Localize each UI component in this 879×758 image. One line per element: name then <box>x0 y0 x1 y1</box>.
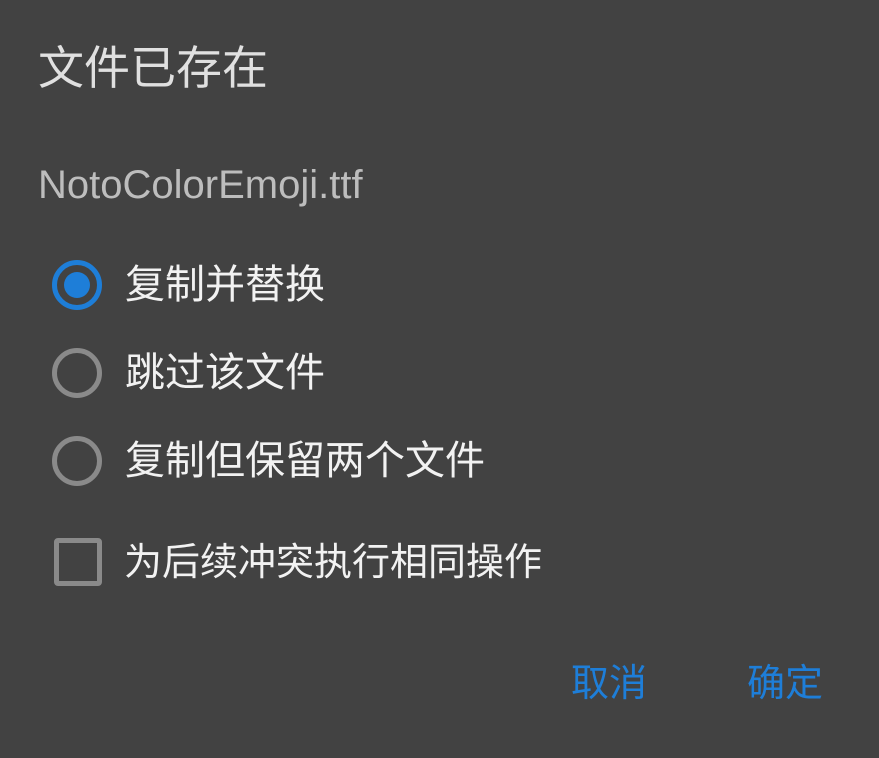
option-skip[interactable]: 跳过该文件 <box>52 345 325 401</box>
file-exists-dialog: 文件已存在 NotoColorEmoji.ttf 复制并替换 跳过该文件 复制但… <box>0 0 879 758</box>
dialog-title: 文件已存在 <box>38 41 268 95</box>
radio-unselected-icon[interactable] <box>52 348 102 398</box>
option-skip-label: 跳过该文件 <box>125 350 325 396</box>
apply-to-all-label: 为后续冲突执行相同操作 <box>124 540 543 584</box>
option-keep-both-label: 复制但保留两个文件 <box>125 438 485 484</box>
option-replace-label: 复制并替换 <box>125 262 325 308</box>
apply-to-all-row[interactable]: 为后续冲突执行相同操作 <box>54 534 542 590</box>
radio-dot <box>64 272 90 298</box>
cancel-button[interactable]: 取消 <box>571 656 647 710</box>
option-keep-both[interactable]: 复制但保留两个文件 <box>52 433 485 489</box>
radio-unselected-icon[interactable] <box>52 436 102 486</box>
checkbox-unchecked-icon[interactable] <box>54 538 102 586</box>
option-replace[interactable]: 复制并替换 <box>52 257 325 313</box>
radio-selected-icon[interactable] <box>52 260 102 310</box>
conflict-filename: NotoColorEmoji.ttf <box>38 163 363 207</box>
ok-button[interactable]: 确定 <box>747 656 823 710</box>
